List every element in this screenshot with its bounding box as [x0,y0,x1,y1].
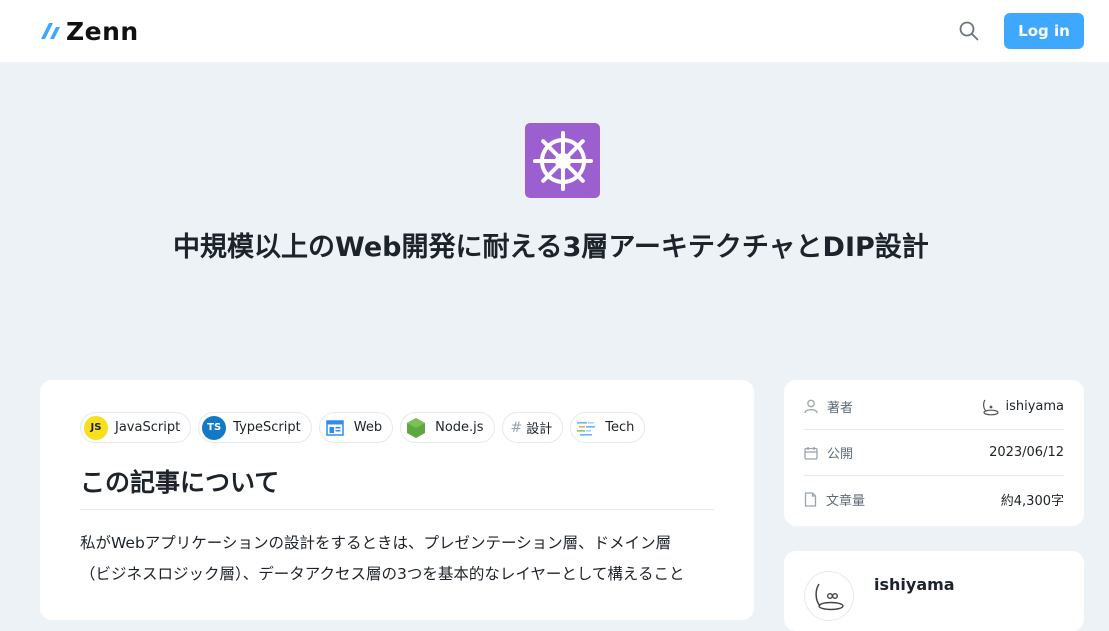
tech-icon [574,416,598,440]
author-card: ishiyama [784,551,1084,631]
info-row-length: 文章量 約4,300字 [804,476,1064,522]
topic-label: Node.js [435,420,484,435]
published-date: 2023/06/12 [989,445,1064,460]
topic-label: JavaScript [115,420,181,435]
author-link[interactable]: ishiyama [981,398,1064,416]
topic-nodejs[interactable]: Node.js [400,412,495,443]
hash-icon: # [510,419,523,436]
topic-design[interactable]: # 設計 [501,412,564,443]
topic-label: TypeScript [233,420,301,435]
character-count: 約4,300字 [1000,493,1064,509]
info-label-length: 文章量 [826,493,866,509]
zenn-logo-icon [41,23,60,39]
author-card-name[interactable]: ishiyama [874,575,955,594]
topic-web[interactable]: Web [318,412,394,443]
summary-line: （ビジネスロジック層）、データアクセス層の3つを基本的なレイヤーとして構えること [80,565,685,583]
logo-text: Zenn [66,16,139,46]
topic-label: Tech [605,420,635,435]
dharma-wheel-icon [532,130,593,191]
topic-javascript[interactable]: JS JavaScript [80,412,192,443]
nodejs-icon [404,416,428,440]
search-button[interactable] [954,16,984,46]
topic-list: JS JavaScript TS TypeScript Web Node.js … [80,412,714,443]
topic-label: Web [353,420,383,435]
web-icon [323,416,347,440]
author-avatar-icon [983,399,1000,415]
author-name: ishiyama [1005,399,1064,414]
article-summary: 私がWebアプリケーションの設計をするときは、プレゼンテーション層、ドメイン層 … [80,528,714,590]
article-info-card: 著者 ishiyama 公開 2023/06/12 文章量 約4,300字 [784,380,1084,526]
login-button[interactable]: Log in [1004,13,1084,49]
calendar-icon [804,446,818,460]
article-emoji [525,123,600,198]
author-avatar[interactable] [804,571,854,621]
topic-tech[interactable]: Tech [570,412,646,443]
info-label-published: 公開 [827,447,854,462]
info-row-published: 公開 2023/06/12 [804,430,1064,476]
typescript-icon: TS [202,415,227,440]
topic-typescript[interactable]: TS TypeScript [198,412,312,443]
article-card: JS JavaScript TS TypeScript Web Node.js … [40,380,754,620]
person-icon [804,399,818,414]
topic-label: 設計 [526,422,553,437]
article-title: 中規模以上のWeb開発に耐える3層アーキテクチャとDIP設計 [173,232,929,263]
zenn-logo[interactable]: Zenn [40,17,139,46]
javascript-icon: JS [84,415,108,440]
summary-line: 私がWebアプリケーションの設計をするときは、プレゼンテーション層、ドメイン層 [80,534,672,552]
search-icon [959,21,979,41]
info-row-author: 著者 ishiyama [804,384,1064,430]
author-avatar-icon [815,583,844,611]
section-heading: この記事について [80,463,714,510]
document-icon [804,491,817,507]
site-header: Zenn Log in [0,0,1109,62]
info-label-author: 著者 [827,401,854,416]
